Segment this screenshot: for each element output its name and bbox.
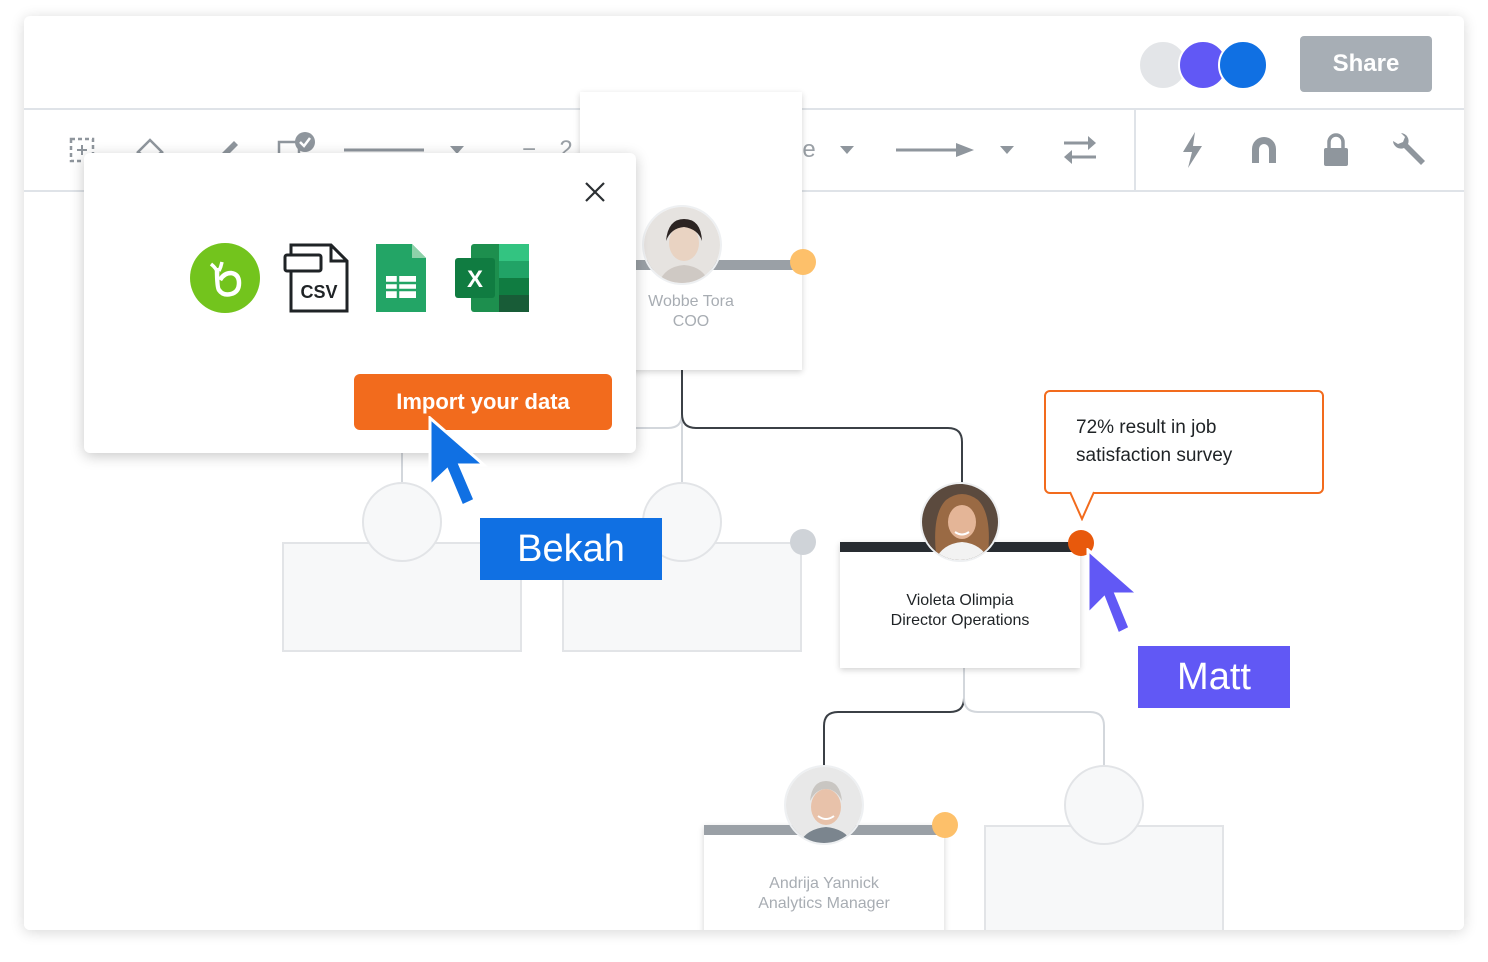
avatar	[784, 765, 864, 845]
excel-icon[interactable]: X	[453, 241, 533, 315]
app-window: Share − 2 px + None	[24, 16, 1464, 930]
wrench-icon[interactable]	[1388, 128, 1428, 172]
placeholder-avatar	[1064, 765, 1144, 845]
lock-icon[interactable]	[1318, 128, 1354, 172]
swap-direction-icon[interactable]	[1058, 128, 1102, 172]
share-button[interactable]: Share	[1300, 36, 1432, 92]
node-name: Andrija Yannick	[769, 875, 879, 892]
status-dot[interactable]	[790, 249, 816, 275]
collaborator-cursor-icon	[428, 416, 489, 509]
comment-tail	[1069, 491, 1095, 521]
node-name: Violeta Olimpia	[906, 592, 1014, 609]
collaborator-avatar[interactable]	[1218, 40, 1268, 90]
comment-text: 72% result in job satisfaction survey	[1076, 417, 1233, 466]
magnet-icon[interactable]	[1246, 128, 1282, 172]
node-role: Director Operations	[890, 612, 1030, 629]
google-sheets-icon[interactable]	[361, 241, 441, 315]
status-dot[interactable]	[790, 529, 816, 555]
arrow-end-icon[interactable]	[894, 128, 978, 172]
close-icon[interactable]	[582, 179, 608, 205]
excel-icon-letter: X	[467, 266, 483, 293]
status-dot[interactable]	[932, 812, 958, 838]
collaborator-name-tag: Matt	[1138, 646, 1290, 708]
avatar	[642, 205, 722, 285]
csv-icon-label: CSV	[300, 282, 337, 302]
chevron-down-icon[interactable]	[832, 128, 862, 172]
chevron-down-icon[interactable]	[992, 128, 1022, 172]
avatar	[920, 482, 1000, 562]
comment-bubble[interactable]: 72% result in job satisfaction survey	[1044, 390, 1324, 494]
import-data-dialog: CSV X Import your data	[84, 153, 636, 453]
bamboohr-icon[interactable]	[185, 241, 265, 315]
collaborator-cursor-icon	[1086, 548, 1140, 637]
toolbar-divider	[1134, 110, 1136, 190]
csv-file-icon[interactable]: CSV	[278, 241, 358, 315]
collaborator-name-tag: Bekah	[480, 518, 662, 580]
node-role: Analytics Manager	[758, 895, 890, 912]
lightning-icon[interactable]	[1174, 128, 1210, 172]
